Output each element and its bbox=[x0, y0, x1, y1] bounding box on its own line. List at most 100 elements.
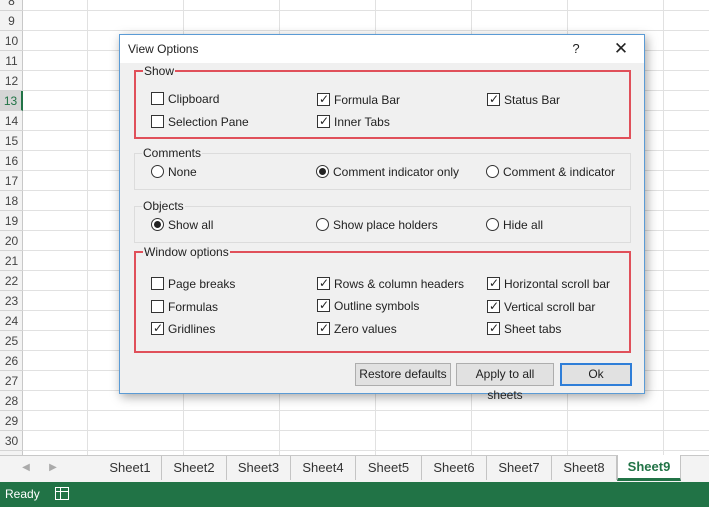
checkbox-checked-icon[interactable] bbox=[317, 321, 330, 335]
objects-group-label: Objects bbox=[142, 199, 185, 213]
checkbox-empty-icon[interactable] bbox=[151, 277, 164, 290]
option-label: Page breaks bbox=[168, 277, 236, 291]
radio-empty-icon[interactable] bbox=[316, 218, 329, 231]
row-header[interactable]: 12 bbox=[0, 71, 23, 91]
checkbox-checked-icon[interactable] bbox=[317, 114, 330, 128]
checkbox-checked-icon[interactable] bbox=[317, 276, 330, 290]
row-header[interactable]: 25 bbox=[0, 331, 23, 351]
row-header[interactable]: 8 bbox=[0, 0, 23, 11]
page-layout-icon[interactable] bbox=[55, 487, 69, 500]
row-header[interactable]: 17 bbox=[0, 171, 23, 191]
row-header[interactable]: 23 bbox=[0, 291, 23, 311]
checkbox-checked-icon[interactable] bbox=[151, 321, 164, 335]
option-label: None bbox=[168, 165, 197, 179]
row-header[interactable]: 26 bbox=[0, 351, 23, 371]
radio-empty-icon[interactable] bbox=[486, 165, 499, 178]
show-group-label: Show bbox=[143, 64, 176, 78]
option-label: Formulas bbox=[168, 300, 219, 314]
help-icon[interactable]: ? bbox=[565, 39, 587, 59]
comments-group: Comments None Comment indicator only Comme… bbox=[134, 146, 631, 190]
sheet-tab-sheet7[interactable]: Sheet7 bbox=[487, 456, 552, 480]
checkbox-checked-icon[interactable] bbox=[487, 92, 500, 106]
show-group: Show Clipboard Formula Bar Status Bar Selec… bbox=[134, 64, 631, 139]
row-header[interactable]: 20 bbox=[0, 231, 23, 251]
comments-group-label: Comments bbox=[142, 146, 203, 160]
status-bar: Ready bbox=[0, 482, 709, 507]
row-header[interactable]: 21 bbox=[0, 251, 23, 271]
window-options-group-label: Window options bbox=[143, 245, 230, 259]
row-header[interactable]: 16 bbox=[0, 151, 23, 171]
checkbox-checked-icon[interactable] bbox=[487, 299, 500, 313]
gridline bbox=[23, 430, 709, 431]
radio-empty-icon[interactable] bbox=[486, 218, 499, 231]
radio-selected-icon[interactable] bbox=[151, 218, 164, 231]
gridline bbox=[23, 450, 709, 451]
row-header[interactable]: 14 bbox=[0, 111, 23, 131]
option-label: Show all bbox=[168, 218, 214, 232]
sheet-tab-sheet2[interactable]: Sheet2 bbox=[162, 456, 227, 480]
sheet-tab-sheet9[interactable]: Sheet9 bbox=[617, 455, 681, 481]
row-header[interactable]: 18 bbox=[0, 191, 23, 211]
sheet-tab-bar: ◀ ▶ Sheet1 Sheet2 Sheet3 Sheet4 Sheet5 Sheet6… bbox=[0, 455, 709, 482]
close-icon[interactable]: ✕ bbox=[607, 39, 635, 59]
row-header[interactable]: 29 bbox=[0, 411, 23, 431]
objects-group: Objects Show all Show place holders Hide a… bbox=[134, 199, 631, 243]
status-text: Ready bbox=[5, 487, 40, 501]
option-label: Rows & column headers bbox=[334, 277, 465, 291]
row-header[interactable]: 27 bbox=[0, 371, 23, 391]
sheet-tab-sheet4[interactable]: Sheet4 bbox=[291, 456, 356, 480]
option-label: Outline symbols bbox=[334, 299, 420, 313]
radio-selected-icon[interactable] bbox=[316, 165, 329, 178]
gridline bbox=[23, 10, 709, 11]
gridline bbox=[23, 410, 709, 411]
sheet-tab-sheet8[interactable]: Sheet8 bbox=[552, 456, 617, 480]
triangle-left-icon[interactable]: ◀ bbox=[19, 461, 33, 475]
checkbox-checked-icon[interactable] bbox=[317, 92, 330, 106]
checkbox-checked-icon[interactable] bbox=[487, 321, 500, 335]
restore-defaults-button[interactable]: Restore defaults bbox=[355, 363, 451, 386]
radio-empty-icon[interactable] bbox=[151, 165, 164, 178]
option-label: Formula Bar bbox=[334, 93, 401, 107]
checkbox-checked-icon[interactable] bbox=[487, 276, 500, 290]
gridline bbox=[663, 0, 664, 455]
apply-to-all-sheets-button[interactable]: Apply to all sheets bbox=[456, 363, 554, 402]
row-header[interactable]: 11 bbox=[0, 51, 23, 71]
option-label: Gridlines bbox=[168, 322, 216, 336]
option-label: Hide all bbox=[503, 218, 544, 232]
row-header[interactable]: 19 bbox=[0, 211, 23, 231]
option-label: Clipboard bbox=[168, 92, 220, 106]
view-options-dialog: View Options ? ✕ Show Clipboard Formula B… bbox=[119, 34, 645, 402]
row-headers: 8 9 10 11 12 13 14 15 16 17 18 19 20 21 22 23 24 25 26 27 28… bbox=[0, 0, 23, 455]
row-header[interactable]: 15 bbox=[0, 131, 23, 151]
row-header[interactable]: 28 bbox=[0, 391, 23, 411]
checkbox-checked-icon[interactable] bbox=[317, 298, 330, 312]
row-header[interactable]: 10 bbox=[0, 31, 23, 51]
row-header[interactable]: 22 bbox=[0, 271, 23, 291]
row-header[interactable]: 30 bbox=[0, 431, 23, 451]
option-label: Comment & indicator bbox=[503, 165, 616, 179]
sheet-tab-sheet5[interactable]: Sheet5 bbox=[356, 456, 422, 480]
row-header[interactable]: 13 bbox=[0, 91, 23, 111]
checkbox-empty-icon[interactable] bbox=[151, 300, 164, 313]
option-label: Selection Pane bbox=[168, 115, 249, 129]
option-label: Zero values bbox=[334, 322, 397, 336]
option-label: Status Bar bbox=[504, 93, 561, 107]
dialog-title: View Options bbox=[128, 42, 199, 56]
row-header[interactable]: 9 bbox=[0, 11, 23, 31]
option-label: Sheet tabs bbox=[504, 322, 562, 336]
dialog-titlebar[interactable]: View Options ? ✕ bbox=[120, 35, 644, 63]
option-label: Inner Tabs bbox=[334, 115, 390, 129]
option-label: Show place holders bbox=[333, 218, 438, 232]
checkbox-empty-icon[interactable] bbox=[151, 92, 164, 105]
sheet-tab-sheet6[interactable]: Sheet6 bbox=[422, 456, 487, 480]
sheet-tab-sheet1[interactable]: Sheet1 bbox=[99, 456, 162, 480]
option-label: Vertical scroll bar bbox=[504, 300, 596, 314]
checkbox-empty-icon[interactable] bbox=[151, 115, 164, 128]
triangle-right-icon[interactable]: ▶ bbox=[46, 461, 60, 475]
option-label: Comment indicator only bbox=[333, 165, 460, 179]
gridline bbox=[23, 30, 709, 31]
ok-button[interactable]: Ok bbox=[560, 363, 632, 386]
window-options-group: Window options Page breaks Rows & column … bbox=[134, 245, 631, 353]
row-header[interactable]: 24 bbox=[0, 311, 23, 331]
sheet-tab-sheet3[interactable]: Sheet3 bbox=[227, 456, 291, 480]
